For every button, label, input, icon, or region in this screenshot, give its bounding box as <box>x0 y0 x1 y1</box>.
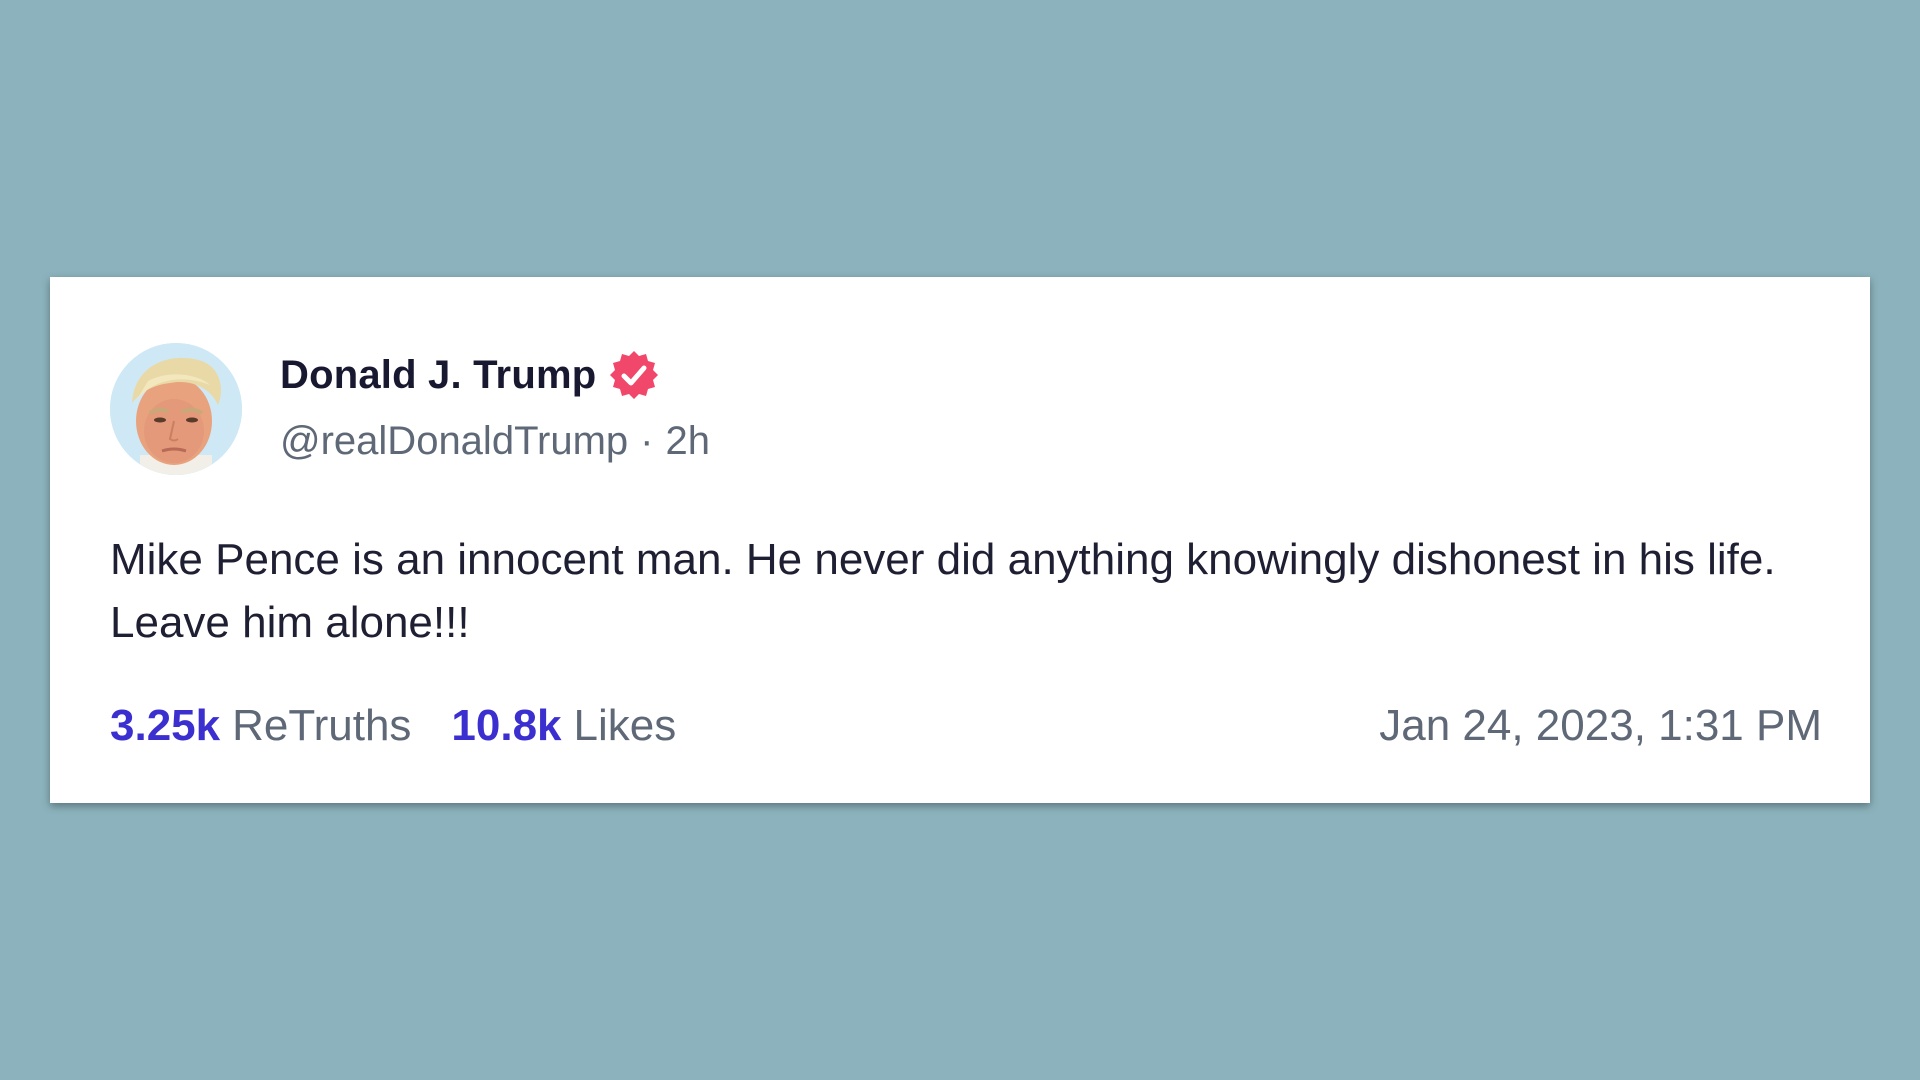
author-name-row: Donald J. Trump <box>280 349 660 401</box>
meta-separator: · <box>640 419 654 463</box>
likes-stat[interactable]: 10.8k Likes <box>451 701 676 751</box>
likes-count: 10.8k <box>451 701 562 750</box>
avatar-image <box>110 343 242 475</box>
retruths-count: 3.25k <box>110 701 221 750</box>
post-timestamp[interactable]: Jan 24, 2023, 1:31 PM <box>1379 701 1822 751</box>
retruths-label: ReTruths <box>232 701 412 750</box>
author-meta-row: @realDonaldTrump · 2h <box>280 419 710 464</box>
likes-label: Likes <box>573 701 677 750</box>
avatar[interactable] <box>110 343 242 475</box>
retruths-stat[interactable]: 3.25k ReTruths <box>110 701 411 751</box>
author-display-name[interactable]: Donald J. Trump <box>280 353 596 398</box>
post-card: Donald J. Trump @realDonaldTrump · 2h Mike… <box>50 277 1870 803</box>
verified-badge-icon <box>610 351 659 399</box>
post-text: Mike Pence is an innocent man. He never … <box>110 535 1776 647</box>
post-stats: 3.25k ReTruths 10.8k Likes <box>110 701 676 751</box>
author-handle[interactable]: @realDonaldTrump <box>280 419 628 463</box>
relative-time[interactable]: 2h <box>665 419 710 463</box>
